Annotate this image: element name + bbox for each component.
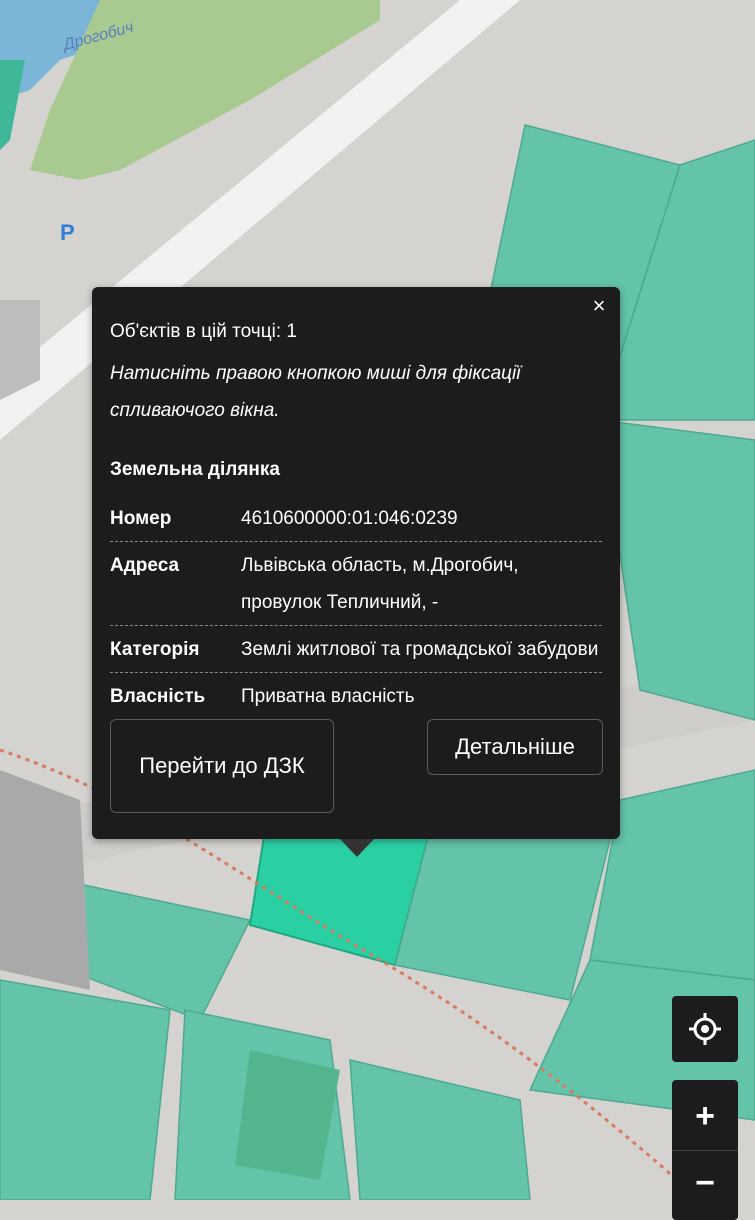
- attribute-value: 4610600000:01:046:0239: [241, 508, 458, 529]
- popup-hint: Натисніть правою кнопкою миші для фіксац…: [110, 363, 521, 421]
- attributes-table: Номер 4610600000:01:046:0239 Адреса Льві…: [110, 495, 602, 719]
- details-button[interactable]: Детальніше: [427, 719, 603, 775]
- attribute-key: Власність: [110, 686, 206, 707]
- section-title: Земельна ділянка: [110, 459, 280, 480]
- feature-popup: × Об'єктів в цій точці: 1 Натисніть прав…: [92, 287, 620, 857]
- crosshair-icon: [689, 1013, 721, 1045]
- attribute-key: Категорія: [110, 639, 200, 660]
- map-label-parking: P: [60, 220, 75, 245]
- attribute-row: Категорія Землі житлової та громадської …: [110, 626, 602, 673]
- attribute-key: Номер: [110, 508, 172, 529]
- attribute-value: Львівська область, м.Дрогобич, провулок …: [241, 555, 519, 613]
- attribute-row: Власність Приватна власність: [110, 673, 602, 719]
- locate-button[interactable]: [672, 996, 738, 1062]
- attribute-row: Адреса Львівська область, м.Дрогобич, пр…: [110, 542, 602, 626]
- go-to-dzk-button[interactable]: Перейти до ДЗК: [110, 719, 334, 813]
- building-block: [0, 770, 90, 990]
- attribute-value: Землі житлової та громадської забудови: [241, 639, 599, 660]
- close-icon[interactable]: ×: [588, 295, 610, 317]
- zoom-out-button[interactable]: −: [672, 1151, 738, 1217]
- objects-count: Об'єктів в цій точці: 1: [110, 321, 297, 342]
- attribute-key: Адреса: [110, 555, 180, 576]
- zoom-control: + −: [672, 1080, 738, 1220]
- parcel[interactable]: [0, 979, 171, 1200]
- popup-pointer: [340, 839, 374, 857]
- zoom-in-button[interactable]: +: [672, 1084, 738, 1150]
- attribute-value: Приватна власність: [241, 686, 415, 707]
- attribute-row: Номер 4610600000:01:046:0239: [110, 495, 602, 542]
